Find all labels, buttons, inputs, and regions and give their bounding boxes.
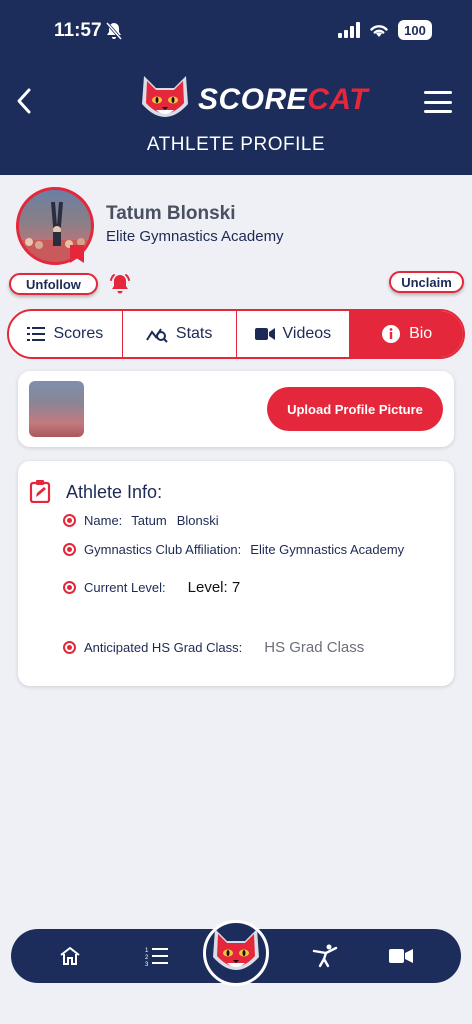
brand-cat: CAT [307, 83, 369, 116]
profile-tabs: Scores Stats Videos Bio [7, 309, 465, 359]
cellular-signal-icon [338, 22, 360, 38]
info-row-grad: Anticipated HS Grad Class: HS Grad Class [63, 639, 364, 656]
athlete-club: Elite Gymnastics Academy [106, 228, 284, 245]
info-row-name: Name: Tatum Blonski [63, 513, 219, 528]
info-row-level: Current Level: Level: 7 [63, 579, 240, 596]
tab-stats[interactable]: Stats [123, 311, 237, 357]
back-button[interactable] [12, 86, 36, 116]
chevron-left-icon [17, 88, 31, 114]
tab-scores-label: Scores [53, 325, 104, 342]
status-time: 11:57 [54, 20, 102, 41]
gymnast-icon [312, 944, 338, 968]
athlete-name: Tatum Blonski [106, 203, 236, 224]
svg-text:2: 2 [145, 955, 149, 961]
svg-text:1: 1 [145, 948, 149, 954]
nav-gymnastics[interactable] [311, 929, 339, 983]
list-numbered-icon [27, 327, 46, 341]
profile-thumbnail [29, 381, 84, 437]
cat-logo-icon [142, 76, 188, 117]
list-numbered-icon: 1 2 3 [145, 948, 168, 966]
athlete-info-title: Athlete Info: [66, 482, 163, 502]
unfollow-button[interactable]: Unfollow [9, 273, 98, 295]
brand-name: SCORECAT [198, 83, 368, 117]
info-row-club: Gymnastics Club Affiliation: Elite Gymna… [63, 542, 404, 557]
cat-logo-icon [213, 929, 259, 970]
grad-class-input[interactable]: HS Grad Class [264, 639, 364, 656]
video-camera-icon [254, 328, 275, 340]
name-label: Name: [84, 513, 123, 528]
battery-indicator: 100 [398, 20, 432, 40]
club-value: Elite Gymnastics Academy [250, 542, 405, 557]
radio-dot-icon [63, 543, 76, 556]
nav-scorecat-home[interactable] [203, 920, 269, 986]
tab-scores[interactable]: Scores [9, 311, 123, 357]
last-name-value: Blonski [176, 513, 219, 528]
status-indicators: 100 [338, 20, 432, 40]
nav-videos[interactable] [388, 929, 414, 983]
tab-bio[interactable]: Bio [350, 311, 463, 357]
home-icon [60, 947, 80, 965]
silent-bell-icon [105, 22, 123, 45]
tab-stats-label: Stats [175, 325, 213, 342]
info-circle-icon [382, 325, 401, 343]
grad-label: Anticipated HS Grad Class: [84, 640, 243, 655]
scorecat-logo: SCORECAT [138, 72, 368, 128]
club-label: Gymnastics Club Affiliation: [84, 542, 242, 557]
clipboard-edit-icon[interactable] [29, 479, 51, 508]
upload-profile-picture-button[interactable]: Upload Profile Picture [267, 387, 443, 431]
tab-videos-label: Videos [282, 325, 332, 342]
page-title: ATHLETE PROFILE [146, 134, 326, 155]
nav-home[interactable] [57, 929, 83, 983]
level-label: Current Level: [84, 580, 166, 595]
unclaim-button[interactable]: Unclaim [389, 271, 464, 293]
radio-dot-icon [63, 514, 76, 527]
brand-score: SCORE [198, 83, 308, 116]
radio-dot-icon [63, 641, 76, 654]
tab-videos[interactable]: Videos [237, 311, 351, 357]
radio-dot-icon [63, 581, 76, 594]
athlete-info-card: Athlete Info: Name: Tatum Blonski Gymnas… [18, 461, 454, 686]
profile-picture-card: Upload Profile Picture [18, 371, 454, 447]
bookmark-icon [70, 245, 84, 263]
chart-search-icon [146, 328, 168, 343]
level-value[interactable]: Level: 7 [188, 579, 241, 596]
app-header: 11:57 100 SCORECAT ATHLETE PROFILE [0, 0, 472, 175]
nav-scores[interactable]: 1 2 3 [144, 929, 170, 983]
hamburger-menu-button[interactable] [424, 91, 452, 113]
tab-bio-label: Bio [409, 325, 433, 342]
video-camera-icon [389, 949, 413, 963]
svg-text:3: 3 [145, 962, 149, 966]
first-name-value: Tatum [131, 513, 167, 528]
wifi-icon [370, 25, 388, 37]
notification-bell-icon[interactable] [108, 272, 132, 301]
